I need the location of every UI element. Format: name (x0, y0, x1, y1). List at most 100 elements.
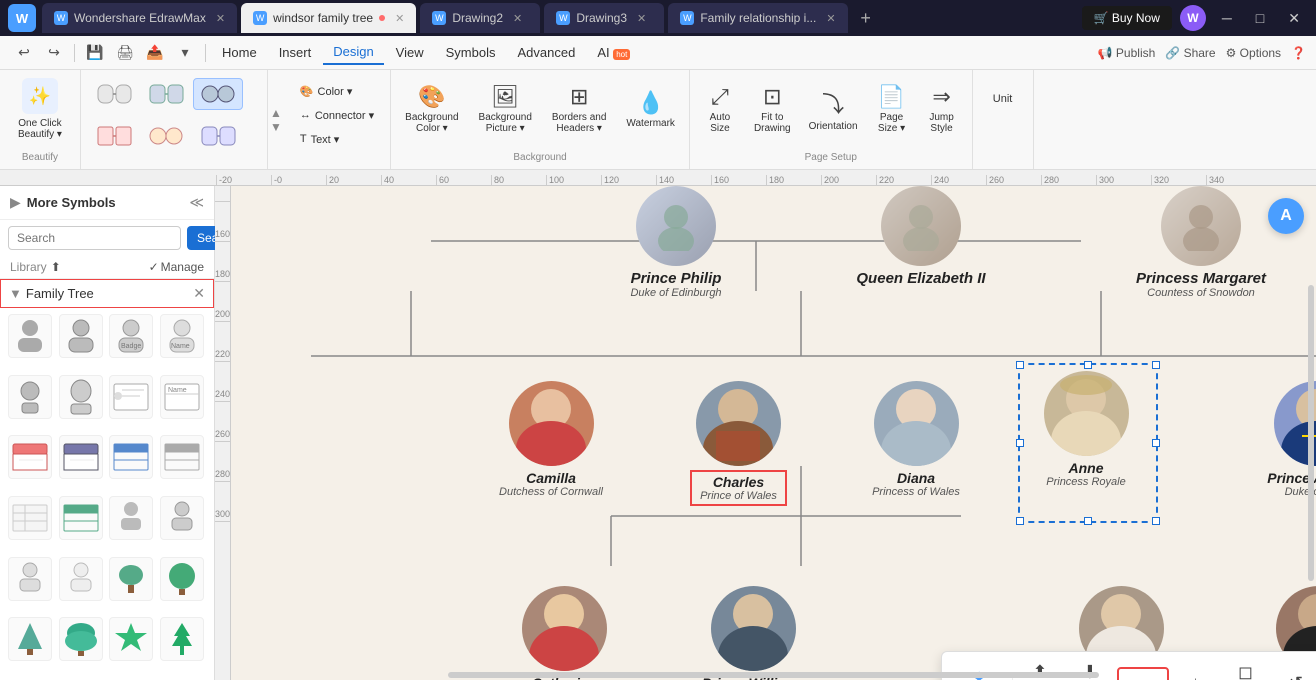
node-prince-philip[interactable]: Prince Philip Duke of Edinburgh (581, 186, 771, 299)
text-btn[interactable]: T Text ▾ (292, 128, 348, 150)
sidebar-collapse-btn[interactable]: ≪ (189, 194, 204, 211)
node-prince-andrew[interactable]: Prince Andrew Duke of York (1241, 381, 1316, 498)
symbol-item[interactable] (8, 496, 52, 540)
style-btn-6[interactable] (193, 120, 243, 152)
connector-btn[interactable]: ↔ Connector ▾ (292, 104, 382, 126)
symbol-item[interactable] (109, 557, 153, 601)
style-scroll-down[interactable]: ▼ (270, 120, 282, 134)
publish-btn[interactable]: 📢 Publish (1098, 46, 1156, 60)
style-btn-2[interactable] (141, 78, 191, 110)
family-tree-close-btn[interactable]: ✕ (193, 285, 205, 302)
units-btn[interactable]: Unit (981, 74, 1025, 124)
redo-button[interactable]: ↪ (40, 39, 68, 67)
user-avatar[interactable]: W (1180, 5, 1206, 31)
options-btn[interactable]: ⚙ Options (1226, 46, 1281, 60)
node-charles[interactable]: Charles Prince of Wales (671, 381, 806, 506)
tab-close-drawing3[interactable]: ✕ (637, 12, 646, 25)
manage-button[interactable]: ✓ Manage (149, 260, 204, 274)
canvas-area[interactable]: 160 180 200 220 240 260 280 300 (215, 186, 1316, 680)
symbol-item[interactable]: Name (160, 314, 204, 358)
tab-edrawmax[interactable]: W Wondershare EdrawMax ✕ (42, 3, 237, 33)
auto-size-btn[interactable]: ⤢ AutoSize (698, 74, 742, 144)
background-picture-btn[interactable]: 🖼 BackgroundPicture ▾ (473, 74, 538, 144)
node-prince-williams[interactable]: Prince Williams Duke of Cambridge (681, 586, 826, 680)
new-tab-button[interactable]: + (852, 4, 880, 32)
node-princess-margaret[interactable]: Princess Margaret Countess of Snowdon (1101, 186, 1301, 299)
symbol-item[interactable]: Name (160, 375, 204, 419)
menu-insert[interactable]: Insert (269, 41, 322, 64)
menu-ai[interactable]: AI hot (587, 41, 640, 64)
maximize-button[interactable]: □ (1248, 6, 1272, 30)
tab-windsor[interactable]: W windsor family tree ✕ (241, 3, 416, 33)
symbol-item[interactable] (59, 314, 103, 358)
canvas-content[interactable]: Prince Philip Duke of Edinburgh Queen El… (231, 186, 1316, 680)
tab-close-family-rel[interactable]: ✕ (826, 12, 835, 25)
borders-headers-btn[interactable]: ⊞ Borders andHeaders ▾ (546, 74, 612, 144)
page-size-btn[interactable]: 📄 PageSize ▾ (870, 74, 914, 144)
print-button[interactable]: 🖨 (111, 39, 139, 67)
symbol-item[interactable] (59, 435, 103, 479)
export-button[interactable]: 📤 (141, 39, 169, 67)
tab-family-rel[interactable]: W Family relationship i... ✕ (668, 3, 847, 33)
minimize-button[interactable]: ─ (1214, 6, 1240, 30)
tab-drawing2[interactable]: W Drawing2 ✕ (420, 3, 540, 33)
symbol-item[interactable] (8, 314, 52, 358)
buy-now-button[interactable]: 🛒 Buy Now (1082, 6, 1172, 30)
symbol-item[interactable] (109, 496, 153, 540)
reset-btn[interactable]: ↺ Reset (1273, 669, 1316, 680)
symbol-item[interactable] (59, 617, 103, 661)
scrollbar-vertical[interactable] (1308, 285, 1314, 581)
tab-close-windsor[interactable]: ✕ (395, 12, 404, 25)
symbol-item[interactable] (109, 435, 153, 479)
style-btn-4[interactable] (89, 120, 139, 152)
one-click-beautify-button[interactable]: ✨ One ClickBeautify ▾ (8, 74, 72, 144)
close-button[interactable]: ✕ (1280, 6, 1308, 31)
menu-advanced[interactable]: Advanced (507, 41, 585, 64)
tab-drawing3[interactable]: W Drawing3 ✕ (544, 3, 664, 33)
style-btn-5[interactable] (141, 120, 191, 152)
watermark-btn[interactable]: 💧 Watermark (620, 74, 681, 144)
jump-style-btn[interactable]: ⇒ JumpStyle (920, 74, 964, 144)
symbol-item[interactable] (160, 557, 204, 601)
node-anne-container[interactable]: Anne Princess Royale (1026, 371, 1146, 488)
menu-design[interactable]: Design (323, 40, 383, 65)
symbol-item[interactable] (59, 375, 103, 419)
library-collapse-icon[interactable]: ⬆ (51, 260, 61, 274)
color-btn[interactable]: 🎨 Color ▾ (292, 80, 361, 102)
node-diana[interactable]: Diana Princess of Wales (851, 381, 981, 498)
crop-to-shape-btn[interactable]: ◻ Crop toshape (1223, 658, 1269, 680)
symbol-item[interactable] (59, 557, 103, 601)
symbol-item[interactable] (8, 435, 52, 479)
scrollbar-horizontal[interactable] (448, 672, 1099, 678)
undo-button[interactable]: ↩ (10, 39, 38, 67)
menu-symbols[interactable]: Symbols (436, 41, 506, 64)
symbol-item[interactable]: Badge (109, 314, 153, 358)
more-button[interactable]: ▾ (171, 39, 199, 67)
symbol-item[interactable] (160, 617, 204, 661)
style-scroll-up[interactable]: ▲ (270, 106, 282, 120)
tab-close-edrawmax[interactable]: ✕ (216, 12, 225, 25)
style-btn-3[interactable] (193, 78, 243, 110)
share-btn[interactable]: 🔗 Share (1165, 46, 1215, 60)
tab-close-drawing2[interactable]: ✕ (513, 12, 522, 25)
background-color-btn[interactable]: 🎨 BackgroundColor ▾ (399, 74, 464, 144)
symbol-item[interactable] (8, 375, 52, 419)
symbol-item[interactable] (160, 435, 204, 479)
save-button[interactable]: 💾 (81, 39, 109, 67)
replace-btn[interactable]: ↔ Replace (1117, 667, 1169, 680)
search-input[interactable] (8, 226, 181, 250)
symbol-item[interactable] (160, 496, 204, 540)
node-queen-elizabeth[interactable]: Queen Elizabeth II (821, 186, 1021, 287)
family-tree-expand-icon[interactable]: ▼ (9, 286, 22, 301)
sidebar-expand-icon[interactable]: ▶ (10, 194, 21, 211)
node-catherine[interactable]: Catherine Dutchess of Cambridge (499, 586, 629, 680)
symbol-item[interactable] (109, 375, 153, 419)
symbol-item[interactable] (8, 557, 52, 601)
menu-home[interactable]: Home (212, 41, 267, 64)
symbol-item[interactable] (59, 496, 103, 540)
symbol-item[interactable] (109, 617, 153, 661)
style-btn-1[interactable] (89, 78, 139, 110)
node-camilla[interactable]: Camilla Dutchess of Cornwall (491, 381, 611, 498)
crop-btn[interactable]: ⌖ Crop (1173, 669, 1219, 680)
orientation-btn[interactable]: ⤵ Orientation (803, 74, 864, 144)
